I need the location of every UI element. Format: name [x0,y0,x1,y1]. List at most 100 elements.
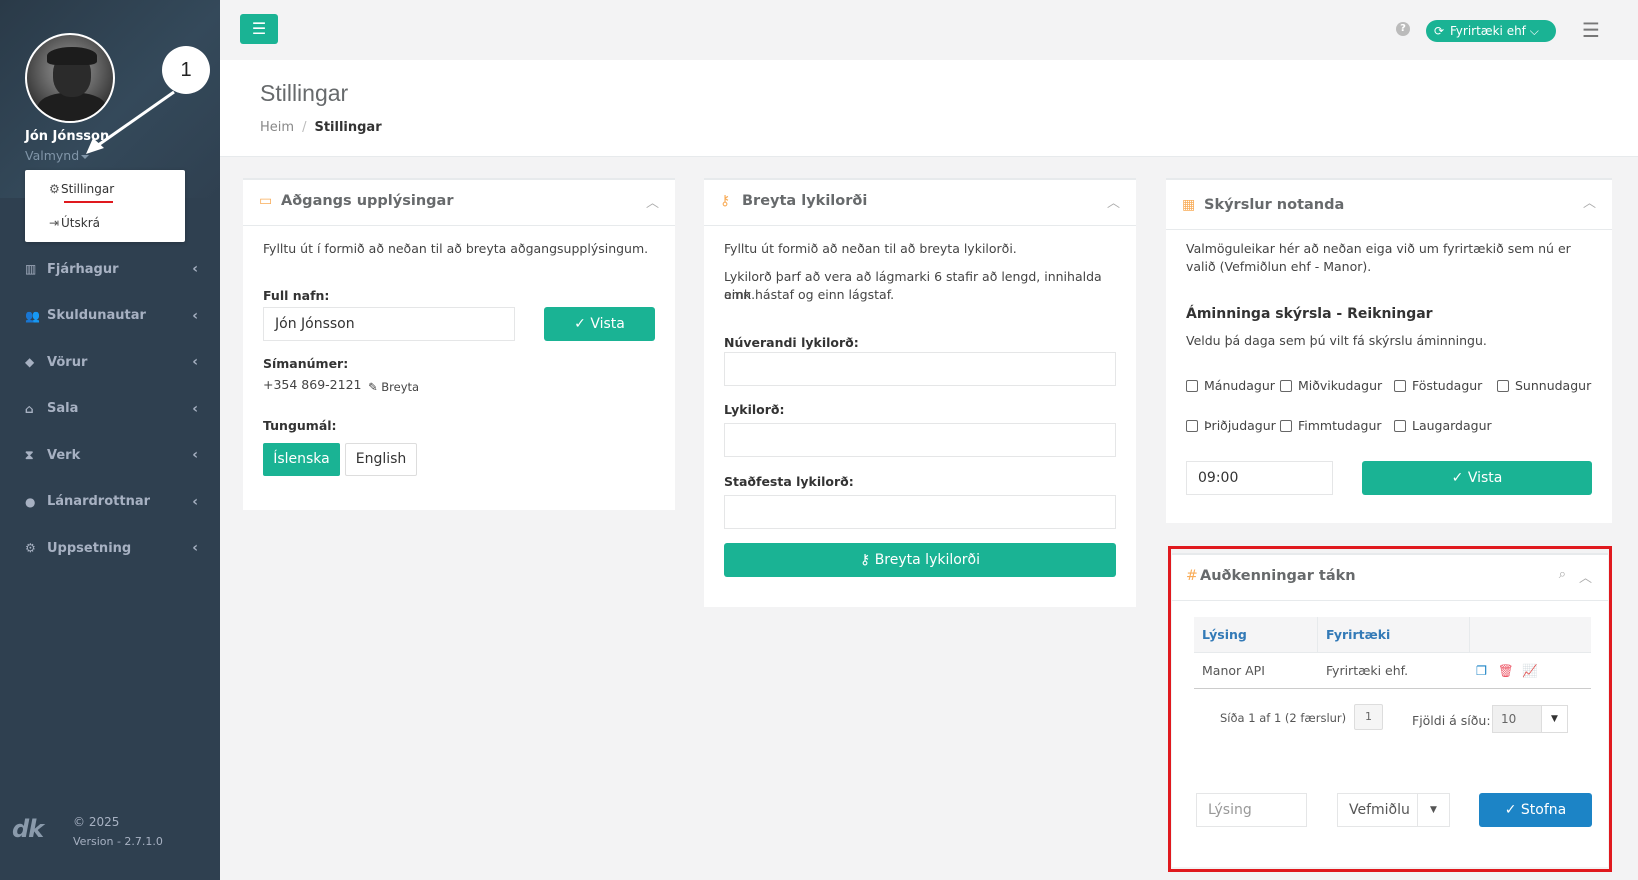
sidebar-nav: ▥ Fjárhagur ‹ 👥 Skuldunautar ‹ ◆ Vörur ‹ ⌂ Sala… [0,246,220,572]
save-label: Vista [590,316,625,332]
full-name-input[interactable]: Jón Jónsson [263,307,515,341]
day-checkbox[interactable]: Þriðjudagur [1186,418,1276,433]
chevron-left-icon: ‹ [192,261,198,278]
column-header-description[interactable]: Lýsing [1202,627,1247,642]
key-icon: ⚷ [720,193,731,209]
callout-badge: 1 [162,46,210,94]
sidebar-item-verk[interactable]: ⧗ Verk ‹ [0,432,220,479]
confirm-password-input[interactable] [724,495,1116,529]
edit-phone-link[interactable]: ✎ Breyta [368,378,419,396]
chevron-up-icon[interactable]: ︿ [646,192,659,211]
chevron-left-icon: ‹ [192,354,198,371]
help-icon[interactable]: ? [1396,22,1410,36]
change-password-button[interactable]: ⚷ Breyta lykilorði [724,543,1116,577]
sidebar-item-lanardrottnar[interactable]: ● Lánardrottnar ‹ [0,479,220,526]
language-label: Tungumál: [263,418,337,433]
breadcrumb-current: Stillingar [314,120,382,135]
tokens-table-header: Lýsing Fyrirtæki [1194,617,1591,653]
reminder-report-title: Áminninga skýrsla - Reikningar [1186,306,1433,322]
gear-icon: ⚙ [49,182,60,196]
day-checkbox[interactable]: Fimmtudagur [1280,418,1382,433]
day-label: Fimmtudagur [1298,418,1382,433]
user-reports-panel: ▦ Skýrslur notanda ︿ Valmöguleikar hér a… [1166,178,1612,523]
change-password-label: Breyta lykilorði [874,552,981,568]
day-label: Laugardagur [1412,418,1492,433]
day-checkbox[interactable]: Mánudagur [1186,378,1275,393]
day-label: Miðvikudagur [1298,378,1383,393]
password-intro: Fylltu út formið að neðan til að breyta … [724,241,1017,256]
day-checkbox[interactable]: Föstudagur [1394,378,1482,393]
breadcrumb-home[interactable]: Heim [260,120,294,135]
new-token-company-select[interactable]: Vefmiðlu ▼ [1337,793,1450,827]
lang-icelandic-button[interactable]: Íslenska [263,443,340,476]
page-size-value: 10 [1501,712,1517,726]
day-label: Föstudagur [1412,378,1483,393]
hourglass-icon: ⧗ [25,447,34,462]
checkbox-icon [1394,419,1406,432]
name-label: Full nafn: [263,288,330,303]
report-time-input[interactable]: 09:00 [1186,461,1333,495]
sidebar-item-label: Vörur [47,354,88,370]
chevron-up-icon[interactable]: ︿ [1107,192,1120,211]
bank-icon: ▥ [25,262,37,277]
table-row: Manor API Fyrirtæki ehf. ❐ 🗑 📈 [1194,653,1591,689]
copy-icon[interactable]: ❐ [1476,663,1487,678]
create-token-button[interactable]: ✓ Stofna [1479,793,1592,827]
page-size-select[interactable]: 10 ▼ [1492,705,1568,733]
panel-title: Auðkenningar tákn [1200,568,1356,584]
trash-icon[interactable]: 🗑 [1498,663,1514,679]
highlight-underline [64,201,113,203]
chevron-up-icon[interactable]: ︿ [1583,192,1596,211]
caret-down-icon: ▼ [1541,706,1567,732]
sidebar-item-uppsetning[interactable]: ⚙ Uppsetning ‹ [0,525,220,572]
token-company: Fyrirtæki ehf. [1326,663,1409,678]
menu-icon[interactable]: ☰ [1582,18,1600,42]
search-icon[interactable]: ⌕ [1559,567,1566,582]
column-header-company[interactable]: Fyrirtæki [1326,627,1390,642]
pager-page-button[interactable]: 1 [1354,704,1383,730]
refresh-icon: ⟳ [1434,24,1445,38]
company-switcher-button[interactable]: ⟳ Fyrirtæki ehf ⌵ [1426,20,1556,42]
toggle-sidebar-button[interactable]: ☰ [240,14,278,44]
sidebar-item-fjarhagur[interactable]: ▥ Fjárhagur ‹ [0,246,220,293]
panel-title: Aðgangs upplýsingar [281,193,454,209]
checkbox-icon [1280,419,1292,432]
chevron-up-icon[interactable]: ︿ [1579,567,1592,586]
checkbox-icon [1186,419,1198,432]
cogs-icon: ⚙ [25,541,36,556]
day-label: Sunnudagur [1515,378,1592,393]
copyright: © 2025 [73,815,120,829]
new-token-description-input[interactable]: Lýsing [1196,793,1307,827]
access-info-panel: ▭ Aðgangs upplýsingar ︿ Fylltu út í form… [243,178,675,510]
sign-out-icon: ⇥ [49,216,60,230]
version: Version - 2.7.1.0 [73,835,163,848]
day-checkbox[interactable]: Laugardagur [1394,418,1492,433]
check-icon: ✓ [1451,470,1468,486]
current-password-input[interactable] [724,352,1116,386]
user-dropdown-menu: ⚙Stillingar ⇥ Útskrá [25,170,185,242]
sidebar-item-vorur[interactable]: ◆ Vörur ‹ [0,339,220,386]
sidebar-item-sala[interactable]: ⌂ Sala ‹ [0,386,220,433]
save-name-button[interactable]: ✓ Vista [544,307,655,341]
checkbox-icon [1497,379,1509,392]
caret-down-icon: ▼ [1417,794,1449,826]
chevron-left-icon: ‹ [192,493,198,510]
day-checkbox[interactable]: Miðvikudagur [1280,378,1382,393]
menu-item-settings[interactable]: ⚙Stillingar [49,182,114,196]
save-reports-button[interactable]: ✓ Vista [1362,461,1592,495]
basket-icon: ⌂ [25,401,34,416]
menu-item-logout[interactable]: ⇥ Útskrá [49,216,100,230]
sidebar-item-label: Sala [47,401,79,417]
checkbox-icon [1394,379,1406,392]
new-password-input[interactable] [724,423,1116,457]
day-checkbox[interactable]: Sunnudagur [1497,378,1591,393]
checkbox-icon [1280,379,1292,392]
checkbox-icon [1186,379,1198,392]
sidebar-item-skuldunautar[interactable]: 👥 Skuldunautar ‹ [0,293,220,340]
panel-title-bar: # Auðkenningar tákn ⌕ ︿ [1172,555,1608,601]
chart-icon[interactable]: 📈 [1522,663,1538,679]
pager-summary: Síða 1 af 1 (2 færslur) [1220,711,1347,725]
password-rules-line2: einn hástaf og einn lágstaf. [724,287,895,302]
chevron-down-icon: ⌵ [1529,24,1539,38]
lang-english-button[interactable]: English [345,443,417,476]
